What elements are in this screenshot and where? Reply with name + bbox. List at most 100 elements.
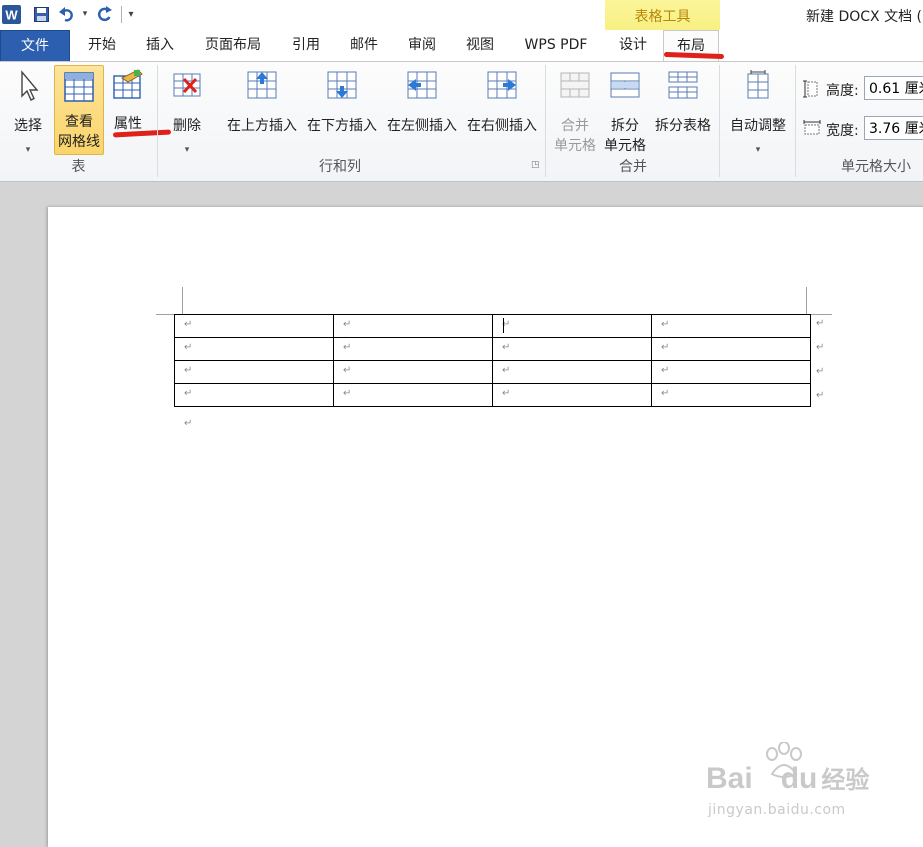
cell-end-mark: ↵ xyxy=(502,342,511,353)
insert-above-button[interactable]: 在上方插入 xyxy=(222,70,302,140)
tab-page-layout[interactable]: 页面布局 xyxy=(194,30,272,60)
insert-left-icon xyxy=(406,70,438,106)
watermark-brand: Bai xyxy=(706,762,753,795)
cell-end-mark: ↵ xyxy=(343,388,352,399)
insert-below-label: 在下方插入 xyxy=(307,118,377,134)
properties-button[interactable]: 属性 xyxy=(106,68,150,138)
crop-mark xyxy=(182,287,183,315)
gridlines-icon xyxy=(64,72,94,108)
table-row: ↵ ↵ ↵ ↵ xyxy=(174,314,811,338)
table-cell[interactable]: ↵ xyxy=(651,360,811,384)
cell-end-mark: ↵ xyxy=(184,388,193,399)
split-table-label: 拆分表格 xyxy=(655,118,711,134)
tab-wps-pdf[interactable]: WPS PDF xyxy=(514,30,598,60)
table-cell[interactable]: ↵ xyxy=(651,337,811,361)
undo-icon[interactable] xyxy=(58,5,76,23)
table-cell[interactable]: ↵ xyxy=(174,360,334,384)
merge-group-label: 合并 xyxy=(619,159,647,175)
merge-cells-button[interactable]: 合并 单元格 xyxy=(552,70,598,156)
table-cell[interactable]: ↵ xyxy=(492,337,652,361)
save-icon[interactable] xyxy=(32,5,50,23)
cell-end-mark: ↵ xyxy=(184,365,193,376)
cell-end-mark: ↵ xyxy=(661,365,670,376)
tab-review[interactable]: 审阅 xyxy=(396,30,448,60)
cell-end-mark: ↵ xyxy=(502,388,511,399)
width-input[interactable]: 3.76 厘米 xyxy=(864,116,923,140)
select-label: 选择 xyxy=(14,118,42,134)
pointer-icon xyxy=(16,70,40,108)
cell-end-mark: ↵ xyxy=(343,319,352,330)
row-end-mark: ↵ xyxy=(816,366,825,377)
paragraph-mark: ↵ xyxy=(184,418,193,429)
insert-right-icon xyxy=(486,70,518,106)
row-height-icon xyxy=(803,80,819,102)
table-row: ↵ ↵ ↵ ↵ xyxy=(174,337,811,361)
table-properties-icon xyxy=(112,68,144,106)
text-cursor xyxy=(503,318,504,333)
rows-cols-group-label: 行和列 xyxy=(319,159,361,175)
width-label: 宽度: xyxy=(826,123,859,139)
table-tools-label: 表格工具 xyxy=(634,9,691,25)
crop-mark xyxy=(806,287,807,315)
table-cell[interactable]: ↵ xyxy=(174,314,334,338)
cell-end-mark: ↵ xyxy=(661,319,670,330)
view-gridlines-button[interactable]: 查看 网格线 xyxy=(54,65,104,155)
table-cell[interactable]: ↵ xyxy=(492,360,652,384)
table-row: ↵ ↵ ↵ ↵ xyxy=(174,360,811,384)
tab-file[interactable]: 文件 xyxy=(0,30,70,62)
cell-size-group-label: 单元格大小 xyxy=(841,159,911,175)
table-cell[interactable]: ↵ xyxy=(174,383,334,407)
insert-right-button[interactable]: 在右侧插入 xyxy=(462,70,542,140)
table-cell[interactable]: ↵ xyxy=(651,383,811,407)
table-cell[interactable]: ↵ xyxy=(333,337,493,361)
table-cell[interactable]: ↵ xyxy=(333,383,493,407)
insert-above-label: 在上方插入 xyxy=(227,118,297,134)
customize-qat-icon[interactable]: ▾ xyxy=(125,5,137,23)
merge-cells-label-1: 合并 xyxy=(561,118,589,134)
cell-end-mark: ↵ xyxy=(661,388,670,399)
height-label: 高度: xyxy=(826,83,859,99)
cell-end-mark: ↵ xyxy=(184,319,193,330)
cell-end-mark: ↵ xyxy=(502,365,511,376)
split-cells-label-1: 拆分 xyxy=(611,118,639,134)
autofit-button[interactable]: 自动调整 ▾ xyxy=(724,70,792,156)
height-input[interactable]: 0.61 厘米 xyxy=(864,76,923,100)
chevron-down-icon: ▾ xyxy=(755,145,761,155)
table-cell[interactable]: ↵ xyxy=(174,337,334,361)
table-cell[interactable]: ↵ xyxy=(492,383,652,407)
delete-label: 删除 xyxy=(173,118,201,134)
tab-home[interactable]: 开始 xyxy=(76,30,128,60)
split-table-button[interactable]: 拆分表格 xyxy=(650,70,716,140)
insert-left-button[interactable]: 在左侧插入 xyxy=(382,70,462,140)
table-cell[interactable]: ↵ xyxy=(651,314,811,338)
tab-insert[interactable]: 插入 xyxy=(134,30,186,60)
word-app-icon[interactable]: W xyxy=(1,4,21,24)
column-width-icon xyxy=(803,120,821,140)
undo-dropdown-icon[interactable]: ▾ xyxy=(80,5,90,23)
document-table[interactable]: ↵ ↵ ↵ ↵ ↵ ↵ ↵ ↵ ↵ ↵ ↵ ↵ ↵ ↵ ↵ ↵ xyxy=(174,314,811,407)
row-end-mark: ↵ xyxy=(816,342,825,353)
delete-table-icon xyxy=(172,70,202,106)
window-title: 新建 DOCX 文档 ( xyxy=(806,9,922,25)
qat-separator xyxy=(121,6,122,23)
split-cells-icon xyxy=(610,70,640,106)
merge-cells-label-2: 单元格 xyxy=(554,138,596,154)
tab-view[interactable]: 视图 xyxy=(454,30,506,60)
delete-button[interactable]: 删除 ▾ xyxy=(164,70,210,156)
select-button[interactable]: 选择 ▾ xyxy=(4,70,52,156)
insert-above-icon xyxy=(246,70,278,106)
redo-icon[interactable] xyxy=(96,5,114,23)
insert-below-button[interactable]: 在下方插入 xyxy=(302,70,382,140)
tab-references[interactable]: 引用 xyxy=(280,30,332,60)
table-cell[interactable]: ↵ xyxy=(333,360,493,384)
tab-design[interactable]: 设计 xyxy=(608,30,658,60)
svg-text:W: W xyxy=(5,7,18,22)
table-cell[interactable]: ↵ xyxy=(333,314,493,338)
tab-mailings[interactable]: 邮件 xyxy=(338,30,390,60)
dialog-launcher-icon[interactable]: ◳ xyxy=(531,160,540,170)
split-cells-button[interactable]: 拆分 单元格 xyxy=(602,70,648,156)
baidu-watermark: Bai du 经验 jingyan.baidu.com xyxy=(702,742,882,832)
table-cell[interactable]: ↵ xyxy=(492,314,652,338)
view-gridlines-label-2: 网格线 xyxy=(58,134,100,150)
split-table-icon xyxy=(668,70,698,106)
